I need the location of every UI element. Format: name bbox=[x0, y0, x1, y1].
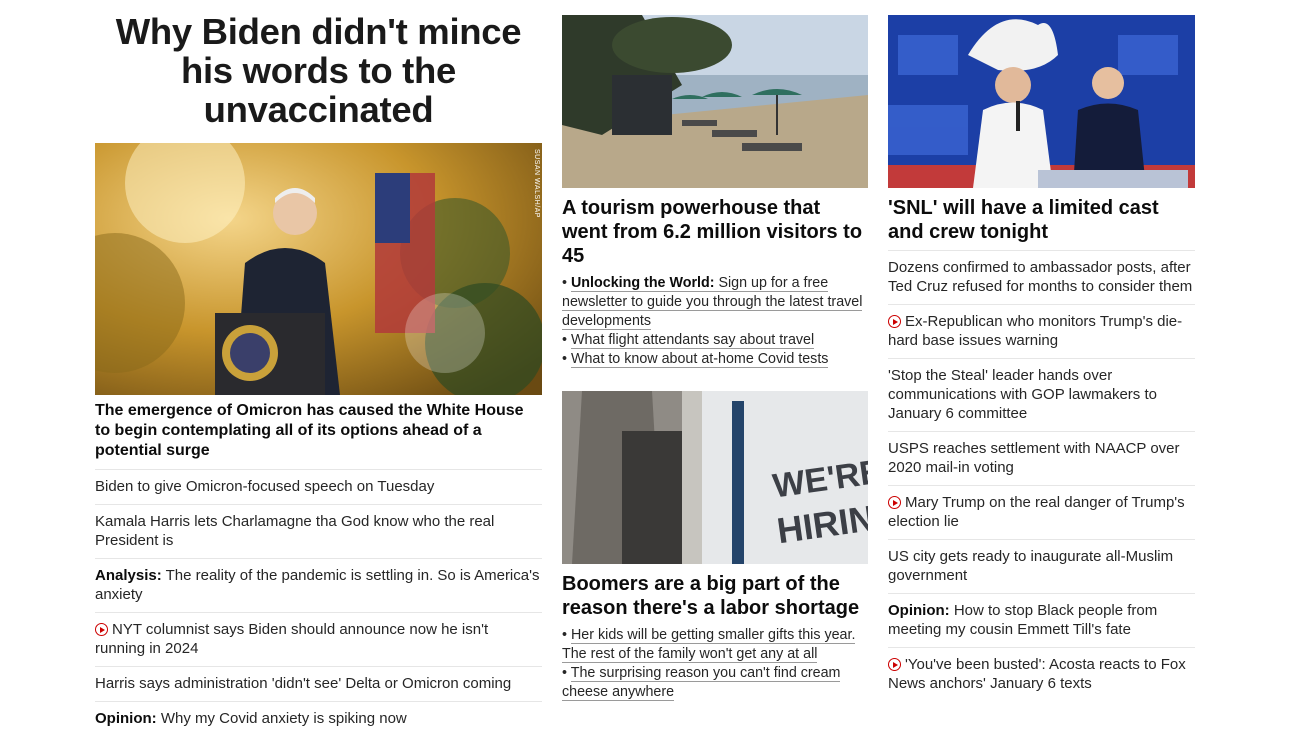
play-circle-icon bbox=[888, 658, 901, 671]
tourism-headline[interactable]: A tourism powerhouse that went from 6.2 … bbox=[562, 196, 868, 268]
list-item-text: USPS reaches settlement with NAACP over … bbox=[888, 440, 1180, 476]
image-credit: SUSAN WALSH/AP bbox=[533, 149, 540, 218]
list-item-text: 'You've been busted': Acosta reacts to F… bbox=[888, 656, 1186, 692]
bullet-link[interactable]: What to know about at-home Covid tests bbox=[570, 351, 829, 368]
bullet-item: • What to know about at-home Covid tests bbox=[562, 351, 829, 368]
bullet-link[interactable]: What flight attendants say about travel bbox=[570, 332, 815, 349]
bullet-link[interactable]: Her kids will be getting smaller gifts t… bbox=[562, 627, 856, 663]
biden-speech-image[interactable]: SUSAN WALSH/AP bbox=[95, 143, 542, 395]
bullet-link[interactable]: The surprising reason you can't find cre… bbox=[562, 665, 841, 701]
list-item-text: Biden to give Omicron-focused speech on … bbox=[95, 478, 435, 495]
lead-headline[interactable]: Why Biden didn't mince his words to the … bbox=[95, 12, 542, 129]
play-circle-icon bbox=[95, 623, 108, 636]
opinion-label: Opinion: bbox=[95, 710, 157, 727]
lead-story-column: Why Biden didn't mince his words to the … bbox=[95, 0, 542, 736]
list-item[interactable]: Mary Trump on the real danger of Trump's… bbox=[888, 485, 1195, 539]
related-links-list: Dozens confirmed to ambassador posts, af… bbox=[888, 250, 1195, 701]
lead-summary[interactable]: The emergence of Omicron has caused the … bbox=[95, 401, 542, 461]
boomers-headline[interactable]: Boomers are a big part of the reason the… bbox=[562, 572, 868, 620]
list-item[interactable]: Kamala Harris lets Charlamagne tha God k… bbox=[95, 504, 542, 558]
list-item[interactable]: 'You've been busted': Acosta reacts to F… bbox=[888, 647, 1195, 701]
list-item-text: Why my Covid anxiety is spiking now bbox=[160, 710, 407, 727]
middle-column: A tourism powerhouse that went from 6.2 … bbox=[562, 0, 868, 702]
list-item[interactable]: Opinion: How to stop Black people from m… bbox=[888, 593, 1195, 647]
list-item-text: NYT columnist says Biden should announce… bbox=[95, 621, 489, 657]
list-item-text: Mary Trump on the real danger of Trump's… bbox=[888, 494, 1185, 530]
boomers-bullets: • Her kids will be getting smaller gifts… bbox=[562, 626, 868, 702]
newsletter-link[interactable]: Unlocking the World: Sign up for a free … bbox=[562, 275, 863, 330]
list-item[interactable]: NYT columnist says Biden should announce… bbox=[95, 612, 542, 666]
snl-headline[interactable]: 'SNL' will have a limited cast and crew … bbox=[888, 196, 1195, 244]
list-item[interactable]: US city gets ready to inaugurate all-Mus… bbox=[888, 539, 1195, 593]
play-circle-icon bbox=[888, 315, 901, 328]
bullet-item: • What flight attendants say about trave… bbox=[562, 332, 815, 349]
right-column: 'SNL' will have a limited cast and crew … bbox=[888, 0, 1195, 701]
list-item[interactable]: Opinion: Why my Covid anxiety is spiking… bbox=[95, 701, 542, 736]
list-item-text: Ex-Republican who monitors Trump's die-h… bbox=[888, 313, 1183, 349]
list-item[interactable]: Analysis: The reality of the pandemic is… bbox=[95, 558, 542, 612]
list-item-text: Kamala Harris lets Charlamagne tha God k… bbox=[95, 513, 495, 549]
bullet-item: • The surprising reason you can't find c… bbox=[562, 665, 841, 701]
hiring-sign-image[interactable]: WE'RE HIRING! bbox=[562, 391, 868, 564]
list-item[interactable]: USPS reaches settlement with NAACP over … bbox=[888, 431, 1195, 485]
analysis-label: Analysis: bbox=[95, 567, 162, 584]
list-item-text: Dozens confirmed to ambassador posts, af… bbox=[888, 259, 1193, 295]
bullet-item: • Her kids will be getting smaller gifts… bbox=[562, 627, 856, 663]
list-item[interactable]: Harris says administration 'didn't see' … bbox=[95, 666, 542, 701]
list-item-text: 'Stop the Steal' leader hands over commu… bbox=[888, 367, 1157, 422]
snl-image[interactable] bbox=[888, 15, 1195, 188]
list-item-text: The reality of the pandemic is settling … bbox=[95, 567, 540, 603]
bullet-bold: Unlocking the World: bbox=[570, 275, 715, 291]
related-links-list: Biden to give Omicron-focused speech on … bbox=[95, 469, 542, 736]
tourism-bullets: • Unlocking the World: Sign up for a fre… bbox=[562, 274, 868, 369]
list-item-text: US city gets ready to inaugurate all-Mus… bbox=[888, 548, 1174, 584]
list-item[interactable]: Ex-Republican who monitors Trump's die-h… bbox=[888, 304, 1195, 358]
bullet-item: • Unlocking the World: Sign up for a fre… bbox=[562, 275, 863, 330]
list-item-text: Harris says administration 'didn't see' … bbox=[95, 675, 512, 692]
beach-image[interactable] bbox=[562, 15, 868, 188]
list-item[interactable]: 'Stop the Steal' leader hands over commu… bbox=[888, 358, 1195, 431]
list-item[interactable]: Dozens confirmed to ambassador posts, af… bbox=[888, 250, 1195, 304]
play-circle-icon bbox=[888, 496, 901, 509]
list-item[interactable]: Biden to give Omicron-focused speech on … bbox=[95, 469, 542, 504]
opinion-label: Opinion: bbox=[888, 602, 950, 619]
